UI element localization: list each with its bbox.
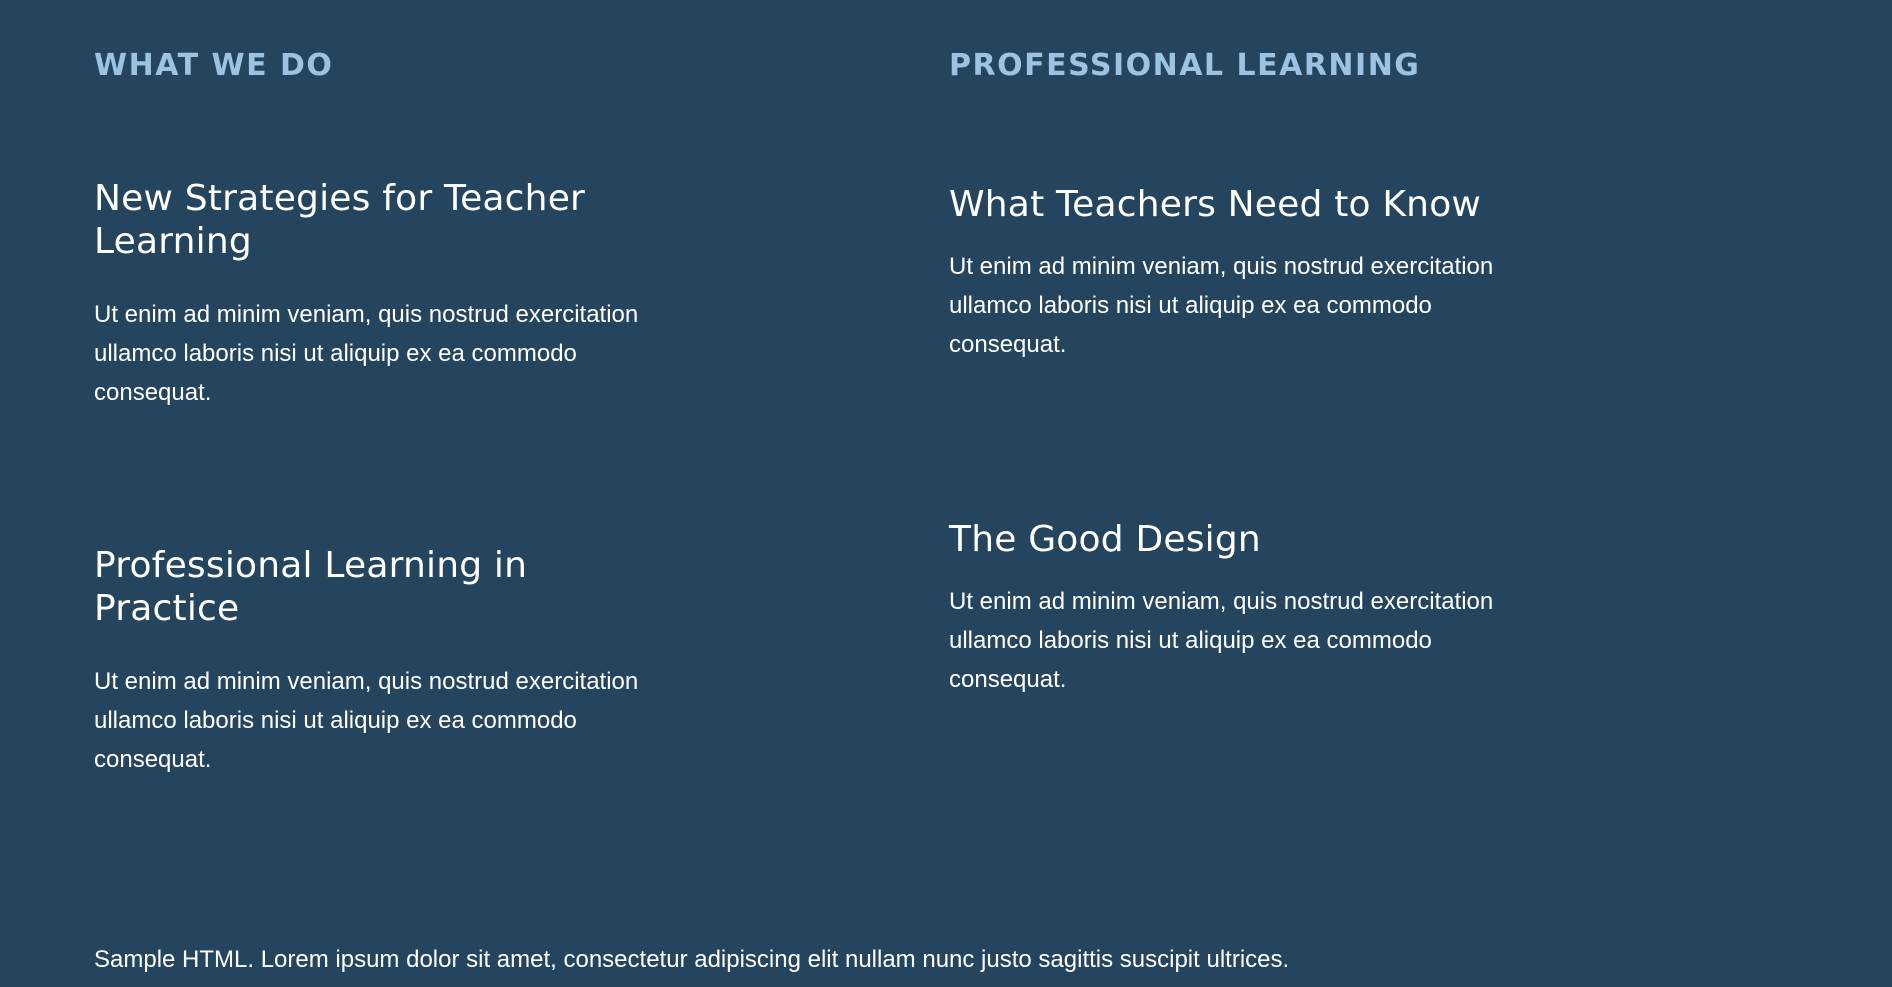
article-title[interactable]: Professional Learning in Practice xyxy=(94,544,674,630)
article-title[interactable]: New Strategies for Teacher Learning xyxy=(94,177,674,263)
professional-learning-heading: PROFESSIONAL LEARNING xyxy=(949,48,1421,83)
article-title[interactable]: The Good Design xyxy=(949,518,1529,561)
article-new-strategies: New Strategies for Teacher Learning Ut e… xyxy=(94,177,674,412)
footer-text: Sample HTML. Lorem ipsum dolor sit amet,… xyxy=(94,946,1290,973)
article-professional-learning-in-practice: Professional Learning in Practice Ut eni… xyxy=(94,544,674,779)
article-body: Ut enim ad minim veniam, quis nostrud ex… xyxy=(94,301,639,406)
article-title[interactable]: What Teachers Need to Know xyxy=(949,183,1529,226)
article-body: Ut enim ad minim veniam, quis nostrud ex… xyxy=(949,253,1494,358)
article-body: Ut enim ad minim veniam, quis nostrud ex… xyxy=(94,668,639,773)
article-body: Ut enim ad minim veniam, quis nostrud ex… xyxy=(949,588,1494,693)
article-what-teachers-need: What Teachers Need to Know Ut enim ad mi… xyxy=(949,183,1529,364)
what-we-do-heading: WHAT WE DO xyxy=(94,48,334,83)
article-good-design: The Good Design Ut enim ad minim veniam,… xyxy=(949,518,1529,699)
page: WHAT WE DO New Strategies for Teacher Le… xyxy=(0,0,1892,987)
